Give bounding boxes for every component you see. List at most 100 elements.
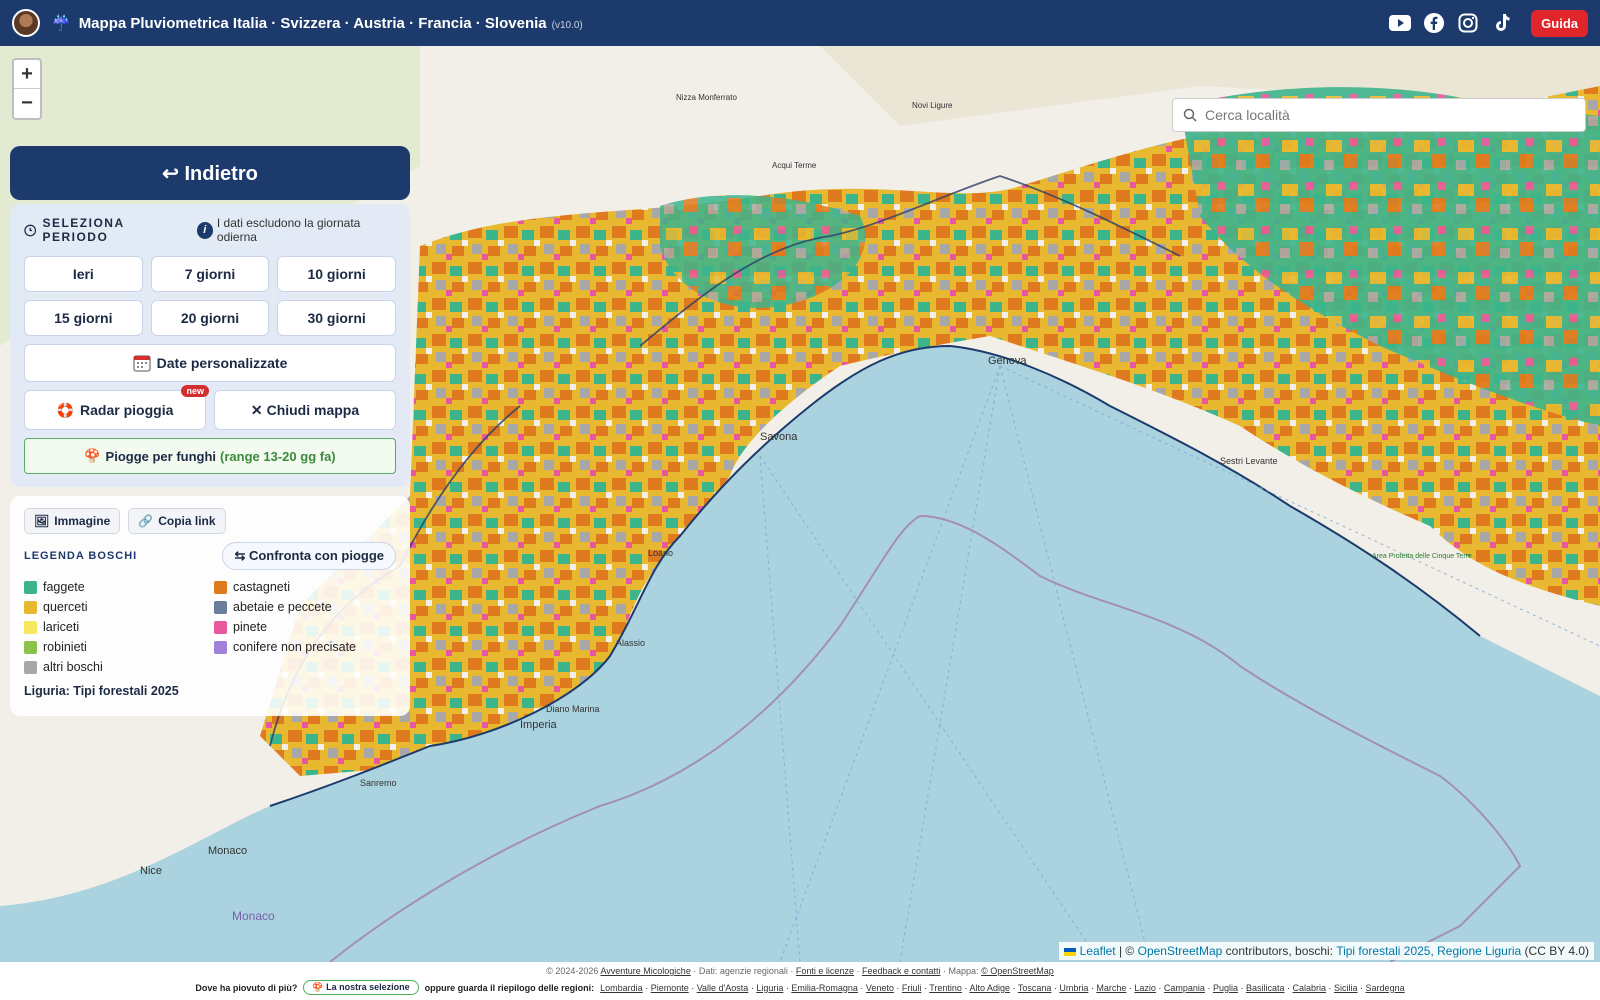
copyright: © 2024-2026 — [546, 966, 599, 976]
footer-question: Dove ha piovuto di più? — [195, 982, 298, 993]
action-row: 🛟 Radar pioggia new ✕ Chiudi mappa — [24, 385, 396, 430]
separator: · — [1326, 982, 1335, 993]
period-button-7[interactable]: 7 giorni — [150, 256, 270, 292]
link-icon: 🔗 — [138, 514, 154, 528]
separator: · — [1204, 982, 1213, 993]
site-link[interactable]: Avventure Micologiche — [600, 966, 690, 976]
osm-link[interactable]: OpenStreetMap — [1138, 944, 1223, 958]
region-link[interactable]: Marche — [1096, 983, 1126, 993]
period-button-20[interactable]: 20 giorni — [150, 300, 270, 336]
region-link[interactable]: Friuli — [902, 983, 922, 993]
map-label-monaco: Monaco — [208, 845, 247, 857]
region-link[interactable]: Veneto — [866, 983, 894, 993]
zoom-in-button[interactable]: + — [14, 60, 40, 89]
location-search[interactable] — [1172, 98, 1586, 132]
avatar[interactable] — [12, 9, 40, 37]
facebook-icon[interactable] — [1423, 12, 1445, 34]
period-button-30[interactable]: 30 giorni — [277, 300, 396, 336]
legend-item: pinete — [214, 620, 404, 634]
region-link[interactable]: Puglia — [1213, 983, 1238, 993]
legend-item-label: altri boschi — [43, 660, 103, 674]
period-button-15[interactable]: 15 giorni — [24, 300, 143, 336]
instagram-icon[interactable] — [1457, 12, 1479, 34]
mushroom-rain-button[interactable]: 🍄 Piogge per funghi (range 13-20 gg fa) — [24, 438, 396, 474]
info-icon[interactable]: i — [196, 221, 213, 239]
legend-swatch — [214, 580, 227, 594]
search-icon — [1183, 108, 1197, 122]
back-button[interactable]: ↩ Indietro — [10, 146, 410, 200]
region-link[interactable]: Alto Adige — [969, 983, 1010, 993]
legend-header: LEGENDA BOSCHI ⇆ Confronta con piogge — [24, 542, 396, 570]
new-badge: new — [181, 385, 209, 397]
period-button-10[interactable]: 10 giorni — [277, 256, 396, 292]
region-link[interactable]: Basilicata — [1246, 983, 1285, 993]
legend-swatch — [24, 600, 37, 614]
period-header: SELEZIONA PERIODO i I dati escludono la … — [24, 216, 396, 244]
region-link[interactable]: Lazio — [1134, 983, 1156, 993]
zoom-out-button[interactable]: − — [14, 89, 40, 118]
region-link[interactable]: Lombardia — [600, 983, 643, 993]
legend-item-label: abetaie e peccete — [233, 600, 332, 614]
radar-icon: 🛟 — [56, 401, 75, 418]
selection-button[interactable]: 🍄 La nostra selezione — [303, 980, 419, 995]
leaflet-link[interactable]: Leaflet — [1080, 944, 1116, 958]
region-link[interactable]: Sicilia — [1334, 983, 1358, 993]
footer-osm-link[interactable]: © OpenStreetMap — [981, 966, 1054, 976]
region-link[interactable]: Emilia-Romagna — [791, 983, 858, 993]
tiktok-icon[interactable] — [1491, 12, 1513, 34]
region-link[interactable]: Valle d'Aosta — [697, 983, 749, 993]
period-button-ieri[interactable]: Ieri — [24, 256, 143, 292]
legend-item: querceti — [24, 600, 214, 614]
legend-swatch — [24, 660, 37, 674]
region-link[interactable]: Umbria — [1059, 983, 1088, 993]
separator: · — [1237, 982, 1246, 993]
legend-swatch — [24, 580, 37, 594]
region-link[interactable]: Trentino — [929, 983, 962, 993]
swap-icon: ⇆ — [234, 548, 249, 563]
legend-item-label: querceti — [43, 600, 88, 614]
region-link[interactable]: Calabria — [1293, 983, 1327, 993]
legend-item-label: conifere non precisate — [233, 640, 356, 654]
region-link[interactable]: Toscana — [1018, 983, 1052, 993]
image-icon: 🖼 — [34, 514, 50, 528]
separator: · — [1155, 982, 1164, 993]
map-label-acqui: Acqui Terme — [772, 161, 817, 170]
separator: · — [893, 982, 902, 993]
region-link[interactable]: Sardegna — [1366, 983, 1405, 993]
custom-dates-label: Date personalizzate — [156, 355, 288, 371]
youtube-icon[interactable] — [1389, 12, 1412, 34]
footer-summary: oppure guarda il riepilogo delle regioni… — [424, 982, 595, 993]
sources-link[interactable]: Fonti e licenze — [796, 966, 854, 976]
feedback-link[interactable]: Feedback e contatti — [862, 966, 941, 976]
mushroom-label: Piogge per funghi — [105, 448, 217, 464]
version-label: (v10.0) — [551, 19, 583, 31]
region-link[interactable]: Campania — [1164, 983, 1205, 993]
map-label-monaco-region: Monaco — [232, 909, 275, 923]
compare-rain-label: Confronta con piogge — [248, 548, 384, 563]
legend-swatch — [24, 640, 37, 654]
region-link[interactable]: Liguria — [756, 983, 783, 993]
app-title: Mappa Pluviometrica Italia · Svizzera · … — [79, 15, 583, 32]
separator: · — [1284, 982, 1293, 993]
separator: · — [1009, 982, 1018, 993]
separator: · — [1357, 982, 1366, 993]
custom-dates-button[interactable]: Date personalizzate — [24, 344, 396, 382]
copy-link-button[interactable]: 🔗 Copia link — [128, 508, 226, 534]
forest-source-link[interactable]: Tipi forestali 2025, Regione Liguria — [1336, 944, 1521, 958]
rain-radar-label: Radar pioggia — [80, 402, 174, 418]
period-note: I dati escludono la giornata odierna — [216, 216, 361, 244]
rain-radar-button[interactable]: 🛟 Radar pioggia new — [24, 385, 209, 430]
zoom-control: + − — [12, 58, 42, 120]
region-link[interactable]: Piemonte — [651, 983, 689, 993]
copy-link-label: Copia link — [158, 514, 216, 528]
data-note: · Dati: agenzie regionali · — [693, 966, 794, 976]
compare-rain-button[interactable]: ⇆ Confronta con piogge — [222, 542, 396, 570]
image-button[interactable]: 🖼 Immagine — [24, 508, 121, 534]
footer-regions: Dove ha piovuto di più? 🍄 La nostra sele… — [0, 980, 1600, 995]
legend-items: faggete castagneti querceti abetaie e pecce… — [24, 580, 396, 674]
map-label-savona: Savona — [760, 431, 798, 443]
search-input[interactable] — [1205, 107, 1565, 123]
license-text: (CC BY 4.0) — [1524, 944, 1589, 958]
close-map-button[interactable]: ✕ Chiudi mappa — [214, 390, 396, 430]
guide-button[interactable]: Guida — [1531, 9, 1588, 37]
